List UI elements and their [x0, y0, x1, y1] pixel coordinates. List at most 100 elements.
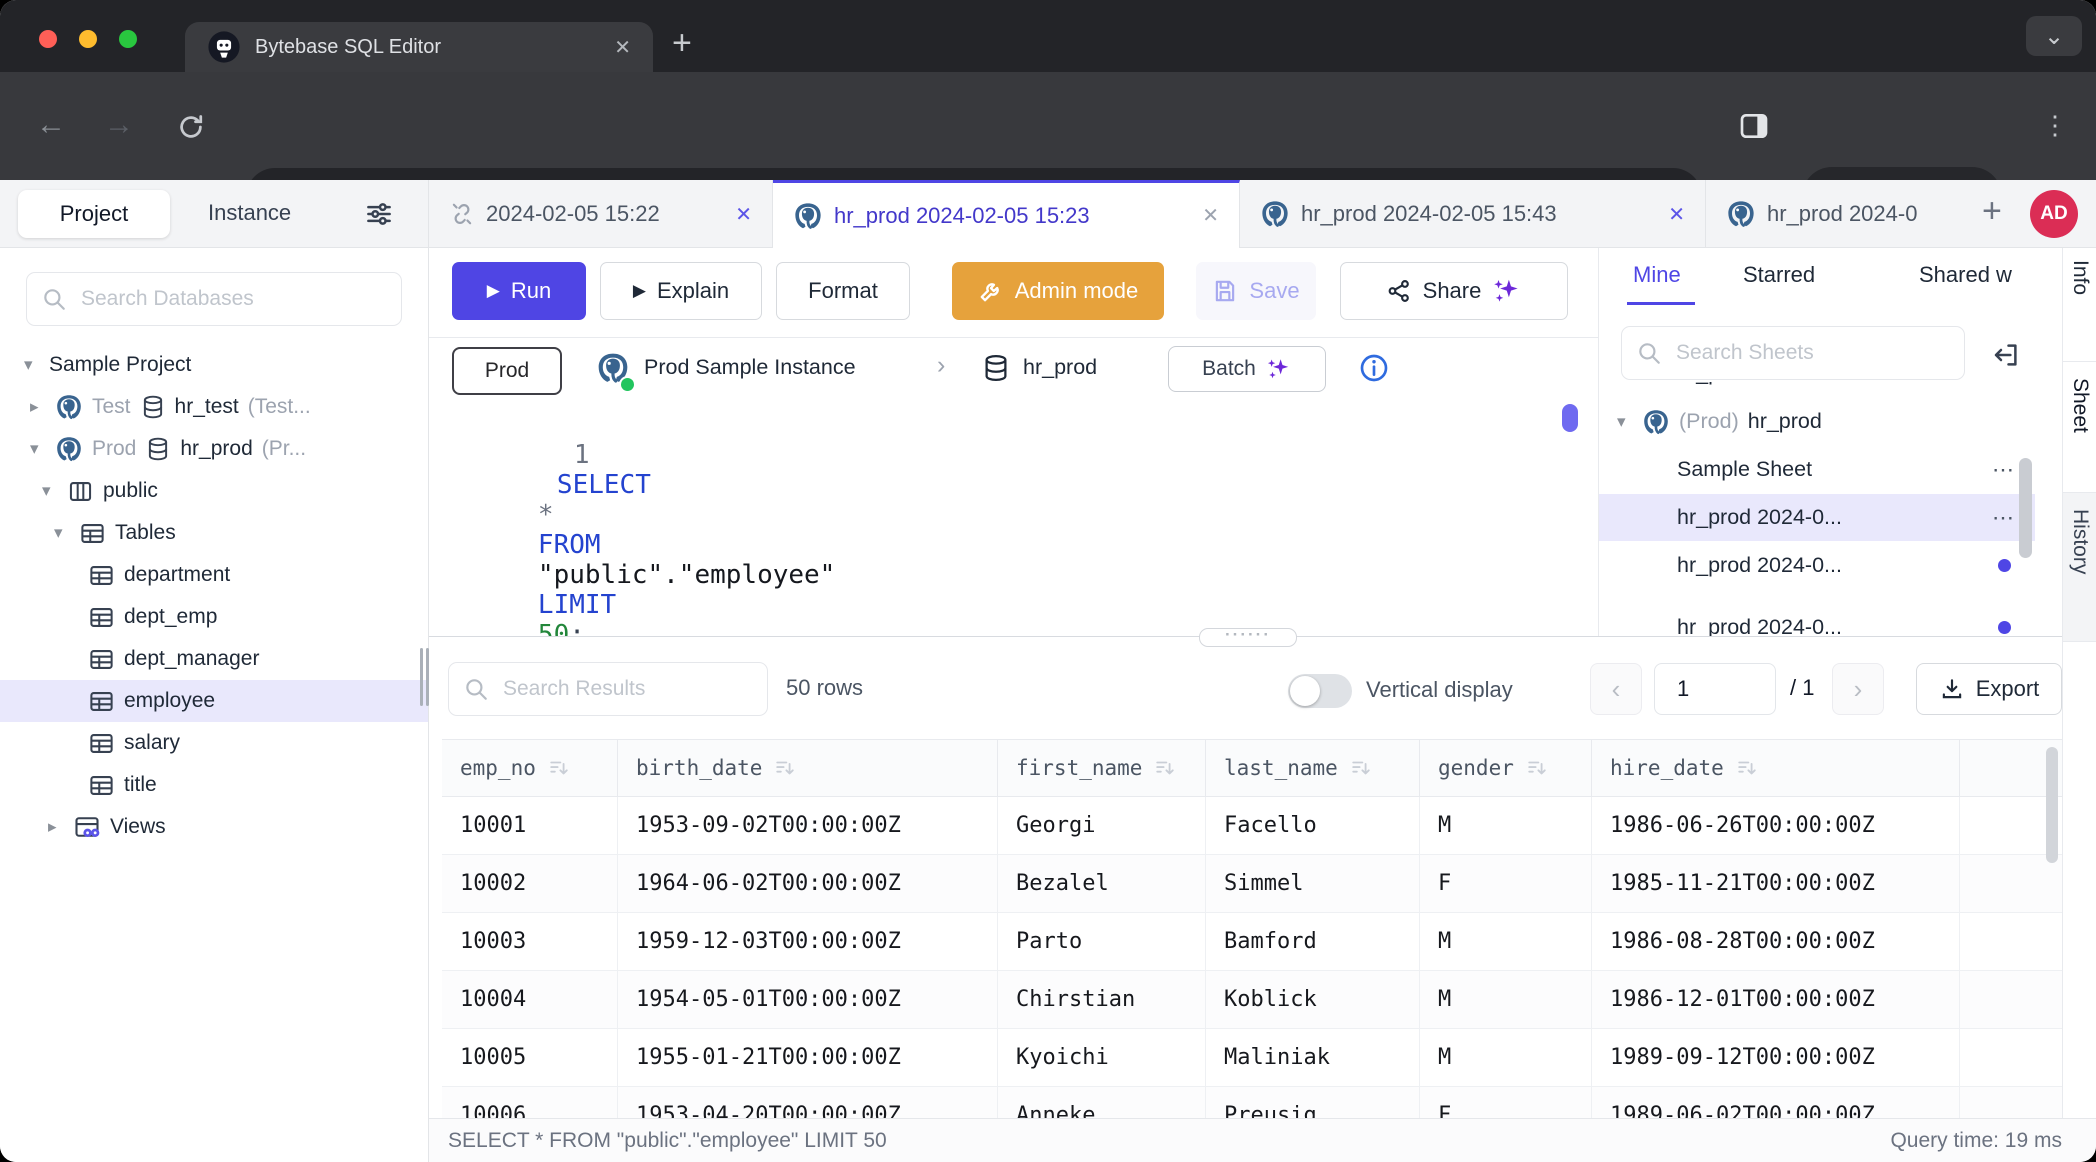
sort-icon[interactable]	[1526, 757, 1548, 779]
avatar[interactable]: AD	[2030, 190, 2078, 238]
table-row[interactable]: 100031959-12-03T00:00:00ZPartoBamfordM19…	[442, 913, 2062, 971]
tree-item-views-group[interactable]: ▸ Views	[0, 806, 428, 848]
search-sheets-box[interactable]	[1621, 326, 1965, 380]
page-number-input[interactable]	[1654, 663, 1776, 715]
cell[interactable]: Bezalel	[998, 855, 1206, 912]
cell[interactable]: Anneke	[998, 1087, 1206, 1118]
cell[interactable]: 1989-09-12T00:00:00Z	[1592, 1029, 1960, 1086]
batch-button[interactable]: Batch	[1168, 346, 1326, 392]
tab-close-icon[interactable]: ✕	[735, 202, 752, 227]
sort-icon[interactable]	[1154, 757, 1176, 779]
editor-scrollbar-thumb[interactable]	[1562, 404, 1578, 432]
cell[interactable]: 1989-06-02T00:00:00Z	[1592, 1087, 1960, 1118]
side-tab-info[interactable]: Info	[2063, 248, 2096, 362]
cell[interactable]: 10004	[442, 971, 618, 1028]
cell[interactable]: 10006	[442, 1087, 618, 1118]
tree-item-tables-group[interactable]: ▾ Tables	[0, 512, 428, 554]
cell[interactable]: M	[1420, 913, 1592, 970]
export-button[interactable]: Export	[1916, 663, 2062, 715]
browser-tab[interactable]: Bytebase SQL Editor ✕	[185, 22, 653, 72]
column-header[interactable]: first_name	[998, 740, 1206, 796]
new-tab-button[interactable]: +	[672, 24, 692, 63]
cell[interactable]: 1953-09-02T00:00:00Z	[618, 797, 998, 854]
sort-icon[interactable]	[774, 757, 796, 779]
column-header[interactable]: hire_date	[1592, 740, 1960, 796]
caret-right-icon[interactable]: ▸	[48, 817, 64, 837]
share-button[interactable]: Share	[1340, 262, 1568, 320]
cell[interactable]: Bamford	[1206, 913, 1420, 970]
search-results-input[interactable]	[501, 676, 753, 702]
sort-icon[interactable]	[1736, 757, 1758, 779]
column-header[interactable]: gender	[1420, 740, 1592, 796]
window-close-button[interactable]	[39, 30, 57, 48]
next-page-button[interactable]: ›	[1832, 663, 1884, 715]
sheet-item-sample-sheet[interactable]: Sample Sheet ⋯	[1599, 446, 2035, 493]
run-button[interactable]: ▶ Run	[452, 262, 586, 320]
editor-tab-1[interactable]: 2024-02-05 15:22 ✕	[429, 180, 773, 248]
sidebar-tab-project[interactable]: Project	[18, 190, 170, 238]
filter-sliders-icon[interactable]	[364, 199, 394, 229]
cell[interactable]: 1986-12-01T00:00:00Z	[1592, 971, 1960, 1028]
import-sheet-icon[interactable]	[1991, 340, 2021, 370]
info-icon[interactable]	[1358, 352, 1390, 384]
format-button[interactable]: Format	[776, 262, 910, 320]
tree-item-table-dept-emp[interactable]: dept_emp	[0, 596, 428, 638]
cell[interactable]: Kyoichi	[998, 1029, 1206, 1086]
sheets-scrollbar-thumb[interactable]	[2019, 458, 2032, 558]
tab-overview-button[interactable]: ⌄	[2026, 16, 2082, 56]
sidebar-tab-instance[interactable]: Instance	[208, 200, 291, 226]
table-scrollbar-thumb[interactable]	[2046, 747, 2058, 863]
sort-icon[interactable]	[1350, 757, 1372, 779]
vertical-display-toggle[interactable]	[1288, 674, 1352, 708]
back-icon[interactable]: ←	[36, 108, 66, 142]
cell[interactable]: 1954-05-01T00:00:00Z	[618, 971, 998, 1028]
search-databases-box[interactable]	[26, 272, 402, 326]
add-sheet-button[interactable]: +	[1982, 192, 2002, 231]
ai-sparkles-icon[interactable]	[1492, 276, 1522, 306]
side-panel-icon[interactable]	[1738, 110, 1770, 142]
cell[interactable]: 1986-06-26T00:00:00Z	[1592, 797, 1960, 854]
search-databases-input[interactable]	[79, 286, 387, 312]
sheet-item-4-partial[interactable]: hr_prod 2024-0...	[1599, 604, 2035, 636]
explain-button[interactable]: ▶ Explain	[600, 262, 762, 320]
tree-item-table-dept-manager[interactable]: dept_manager	[0, 638, 428, 680]
sheet-menu-icon[interactable]: ⋯	[1992, 457, 2015, 483]
table-row-partial[interactable]: 100061953-04-20T00:00:00ZAnnekePreusigF1…	[442, 1087, 2062, 1118]
database-name[interactable]: hr_prod	[1023, 355, 1097, 380]
tree-item-db-hr-prod[interactable]: ▾ Prod hr_prod (Pr...	[0, 428, 428, 470]
window-zoom-button[interactable]	[119, 30, 137, 48]
prev-page-button[interactable]: ‹	[1590, 663, 1642, 715]
side-tab-sheet-active[interactable]: Sheet	[2063, 362, 2096, 492]
sheets-tab-mine[interactable]: Mine	[1633, 262, 1681, 288]
save-button[interactable]: Save	[1196, 262, 1316, 320]
cell[interactable]: 10005	[442, 1029, 618, 1086]
sheet-menu-icon[interactable]: ⋯	[1992, 505, 2015, 531]
cell[interactable]: M	[1420, 971, 1592, 1028]
search-results-box[interactable]	[448, 662, 768, 716]
cell[interactable]: 1985-11-21T00:00:00Z	[1592, 855, 1960, 912]
cell[interactable]: Georgi	[998, 797, 1206, 854]
sheet-item-3[interactable]: hr_prod 2024-0...	[1599, 542, 2035, 589]
column-header[interactable]: last_name	[1206, 740, 1420, 796]
tree-item-schema-public[interactable]: ▾ public	[0, 470, 428, 512]
forward-icon[interactable]: →	[104, 108, 134, 142]
caret-down-icon[interactable]: ▾	[30, 439, 46, 459]
caret-down-icon[interactable]: ▾	[42, 481, 58, 501]
cell[interactable]: 10001	[442, 797, 618, 854]
side-tab-history[interactable]: History	[2063, 492, 2096, 642]
table-row[interactable]: 100011953-09-02T00:00:00ZGeorgiFacelloM1…	[442, 797, 2062, 855]
tree-item-table-department[interactable]: department	[0, 554, 428, 596]
sheet-item-selected[interactable]: hr_prod 2024-0... ⋯	[1599, 494, 2035, 541]
cell[interactable]: F	[1420, 855, 1592, 912]
tab-close-icon[interactable]: ✕	[1202, 203, 1219, 228]
cell[interactable]: Parto	[998, 913, 1206, 970]
caret-down-icon[interactable]: ▾	[1617, 412, 1633, 432]
cell[interactable]: 1953-04-20T00:00:00Z	[618, 1087, 998, 1118]
cell[interactable]: F	[1420, 1087, 1592, 1118]
browser-menu-kebab-icon[interactable]: ⋮	[2042, 110, 2068, 141]
admin-mode-button[interactable]: Admin mode	[952, 262, 1164, 320]
column-header[interactable]: emp_no	[442, 740, 618, 796]
search-sheets-input[interactable]	[1674, 340, 1950, 366]
sheet-item-partial-top[interactable]: hr_prod 2024-0...⋯	[1599, 382, 2035, 395]
cell[interactable]: Preusig	[1206, 1087, 1420, 1118]
